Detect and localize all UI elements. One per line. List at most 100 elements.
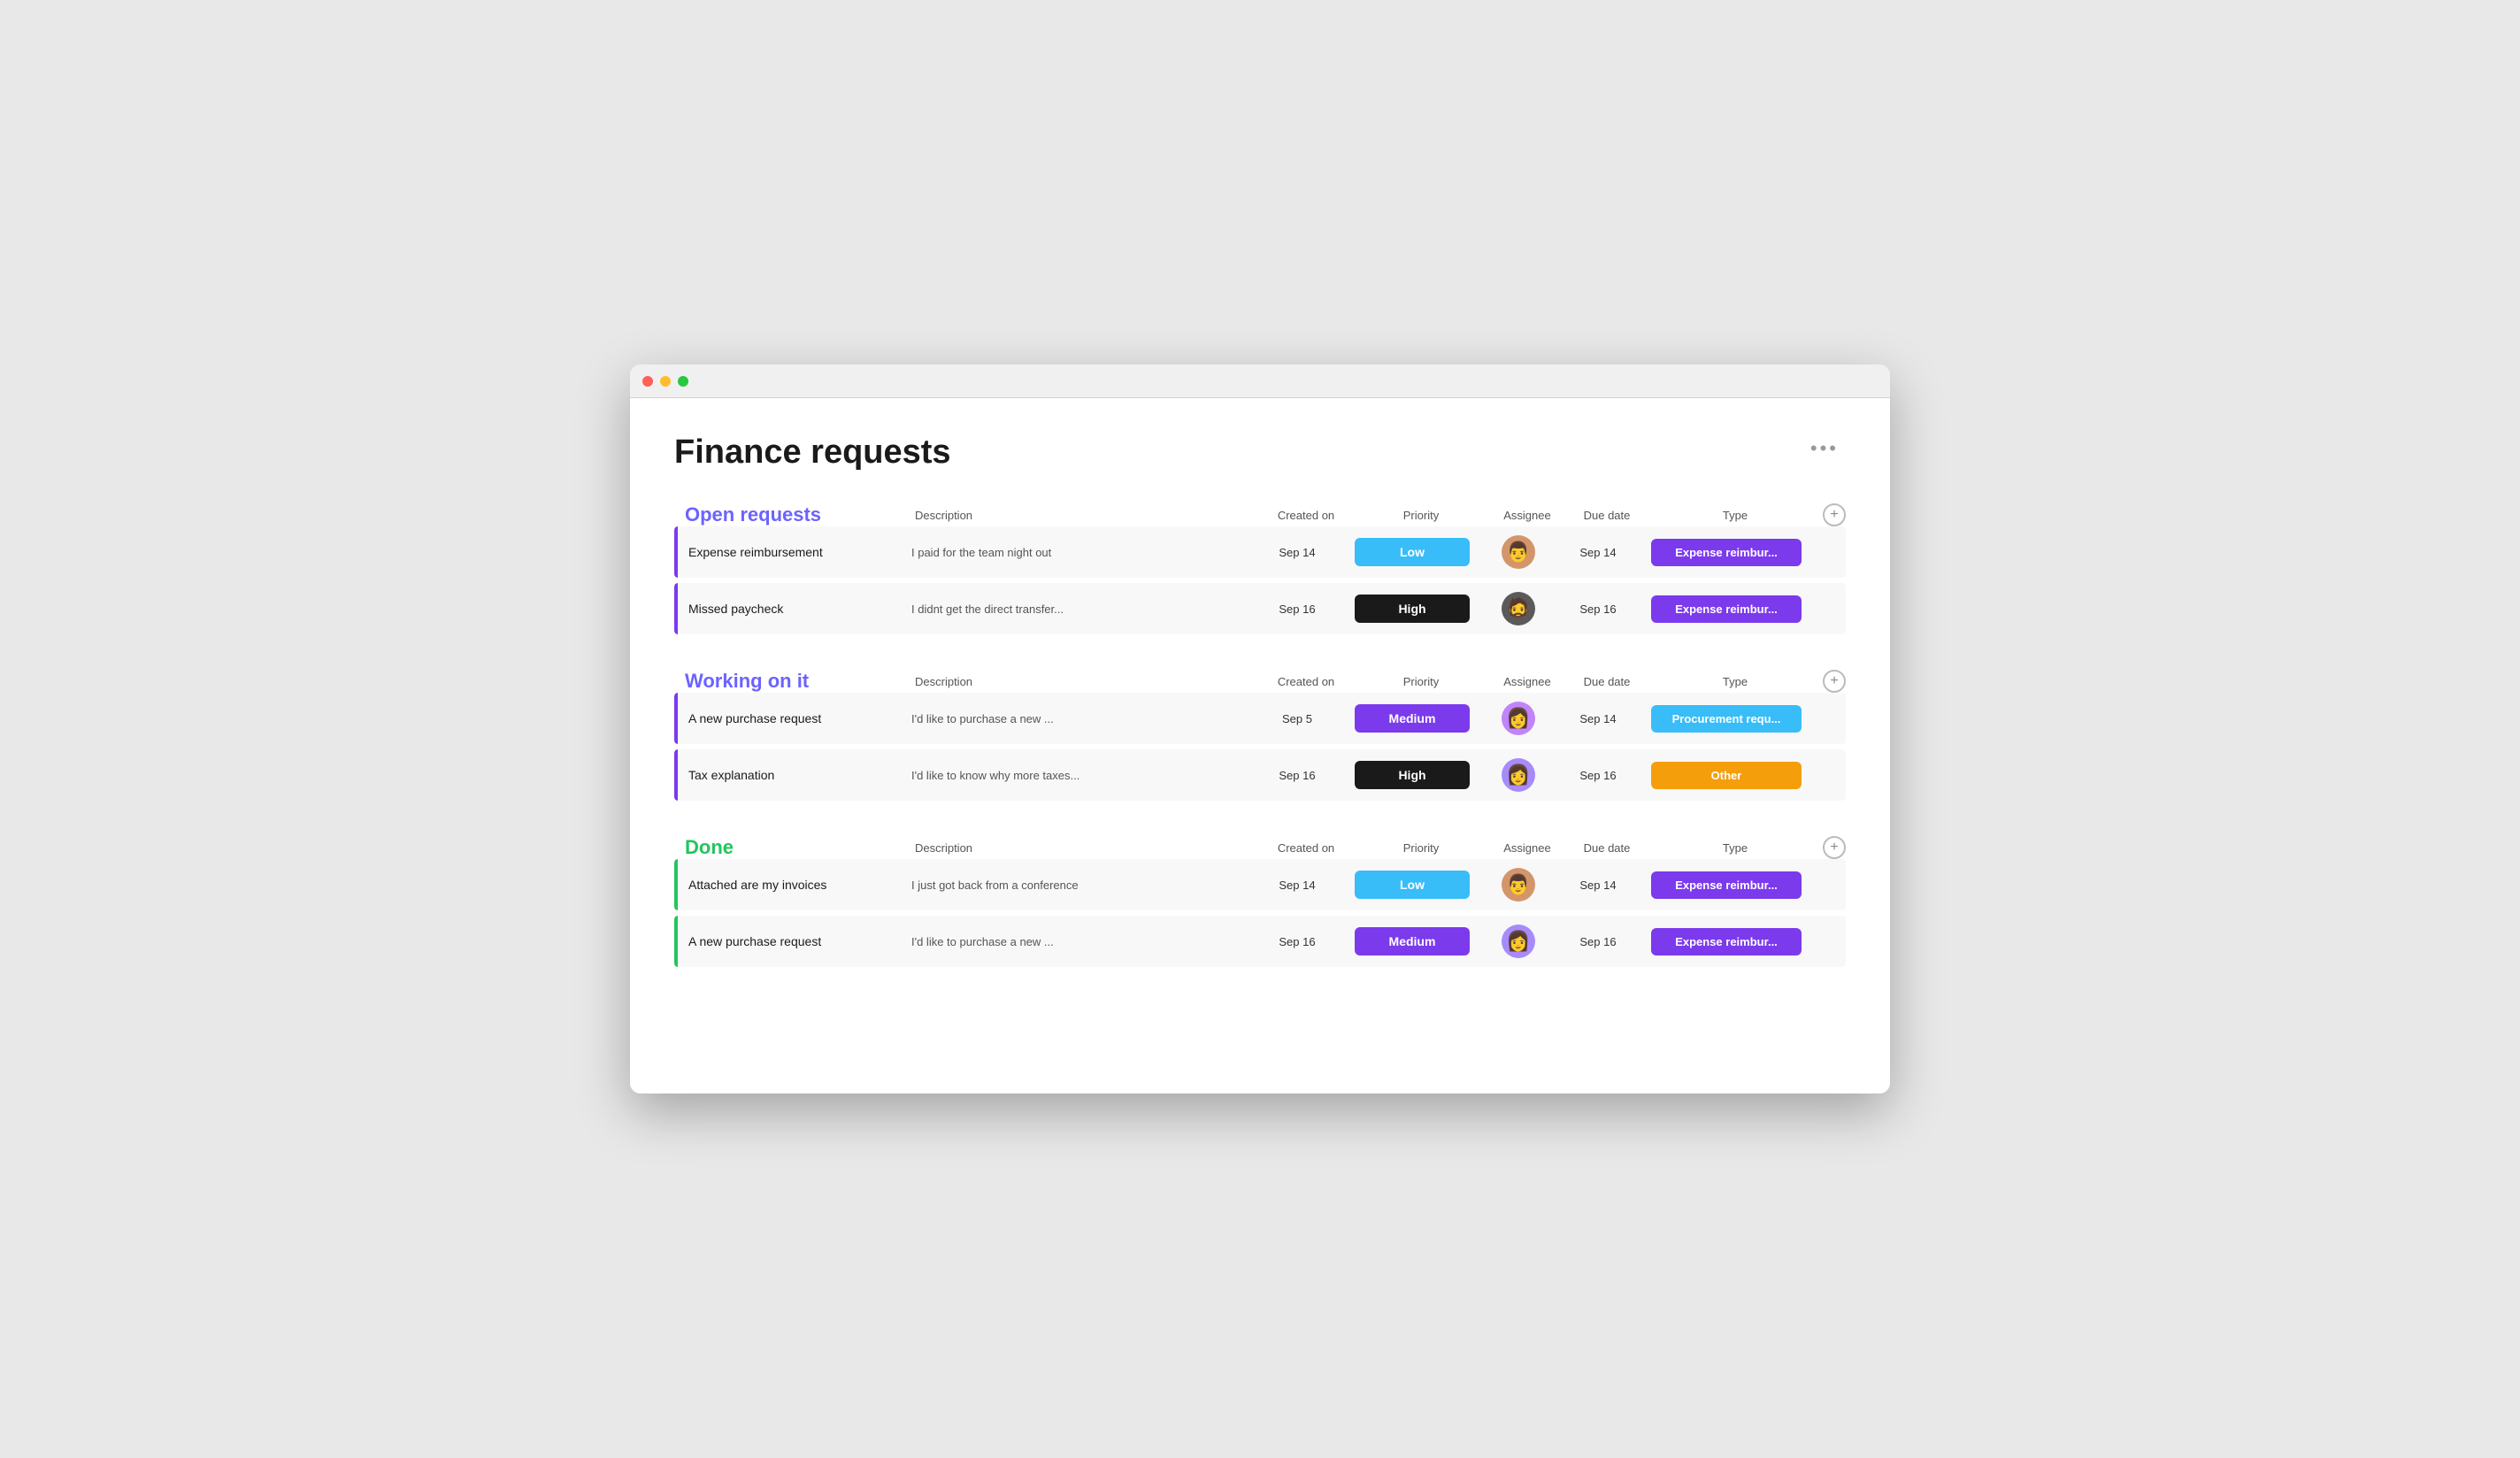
close-button[interactable]: [642, 376, 653, 387]
avatar-emoji: 👩: [1506, 707, 1530, 730]
assignee-cell: 👨: [1483, 868, 1554, 902]
add-row-button[interactable]: +: [1823, 836, 1846, 859]
row-name-cell: A new purchase request: [674, 693, 904, 744]
table-row[interactable]: Tax explanation I'd like to know why mor…: [674, 749, 1846, 801]
col-type: Type: [1651, 841, 1819, 855]
add-row-button[interactable]: +: [1823, 670, 1846, 693]
more-options-button[interactable]: •••: [1803, 434, 1846, 464]
col-description: Description: [915, 509, 1262, 522]
title-bar: [630, 364, 1890, 398]
row-name: Attached are my invoices: [678, 859, 837, 910]
row-name-cell: Tax explanation: [674, 749, 904, 801]
row-name-cell: Missed paycheck: [674, 583, 904, 634]
type-cell: Other: [1642, 762, 1810, 789]
row-due-date: Sep 14: [1554, 546, 1642, 559]
row-due-date: Sep 14: [1554, 712, 1642, 725]
col-description: Description: [915, 841, 1262, 855]
row-name-cell: Attached are my invoices: [674, 859, 904, 910]
col-type: Type: [1651, 675, 1819, 688]
assignee-cell: 🧔: [1483, 592, 1554, 625]
table-row[interactable]: A new purchase request I'd like to purch…: [674, 916, 1846, 967]
section-working: Working on it Description Created on Pri…: [674, 670, 1846, 801]
avatar-emoji: 👨: [1506, 873, 1530, 896]
page-header: Finance requests •••: [674, 434, 1846, 472]
type-badge: Expense reimbur...: [1651, 871, 1802, 899]
col-assignee: Assignee: [1492, 509, 1563, 522]
section-title-open: Open requests: [685, 503, 915, 526]
table-row[interactable]: A new purchase request I'd like to purch…: [674, 693, 1846, 744]
row-description: I paid for the team night out: [904, 546, 1253, 559]
row-due-date: Sep 16: [1554, 769, 1642, 782]
table-row[interactable]: Attached are my invoices I just got back…: [674, 859, 1846, 910]
type-cell: Expense reimbur...: [1642, 928, 1810, 955]
col-created-on: Created on: [1262, 841, 1350, 855]
priority-cell: Medium: [1341, 927, 1483, 955]
row-created-on: Sep 16: [1253, 602, 1341, 616]
avatar: 👨: [1502, 535, 1535, 569]
type-badge: Expense reimbur...: [1651, 539, 1802, 566]
row-description: I didnt get the direct transfer...: [904, 602, 1253, 616]
priority-badge: Low: [1355, 871, 1470, 899]
avatar: 🧔: [1502, 592, 1535, 625]
row-name: Missed paycheck: [678, 583, 794, 634]
row-name: A new purchase request: [678, 693, 832, 744]
avatar-emoji: 👨: [1506, 541, 1530, 564]
type-cell: Expense reimbur...: [1642, 871, 1810, 899]
avatar: 👩: [1502, 925, 1535, 958]
col-priority: Priority: [1350, 675, 1492, 688]
row-due-date: Sep 16: [1554, 602, 1642, 616]
table-row[interactable]: Expense reimbursement I paid for the tea…: [674, 526, 1846, 578]
col-assignee: Assignee: [1492, 841, 1563, 855]
row-name: Tax explanation: [678, 749, 785, 801]
col-due-date: Due date: [1563, 675, 1651, 688]
section-done: Done Description Created on Priority Ass…: [674, 836, 1846, 967]
type-cell: Procurement requ...: [1642, 705, 1810, 733]
type-cell: Expense reimbur...: [1642, 539, 1810, 566]
priority-badge: Medium: [1355, 704, 1470, 733]
row-name: A new purchase request: [678, 916, 832, 967]
type-cell: Expense reimbur...: [1642, 595, 1810, 623]
col-assignee: Assignee: [1492, 675, 1563, 688]
section-title-working: Working on it: [685, 670, 915, 693]
priority-badge: High: [1355, 595, 1470, 623]
row-due-date: Sep 14: [1554, 879, 1642, 892]
priority-badge: High: [1355, 761, 1470, 789]
section-open: Open requests Description Created on Pri…: [674, 503, 1846, 634]
row-description: I'd like to purchase a new ...: [904, 712, 1253, 725]
type-badge: Other: [1651, 762, 1802, 789]
col-created-on: Created on: [1262, 675, 1350, 688]
section-header-done: Done Description Created on Priority Ass…: [674, 836, 1846, 859]
maximize-button[interactable]: [678, 376, 688, 387]
row-name: Expense reimbursement: [678, 526, 834, 578]
add-row-button[interactable]: +: [1823, 503, 1846, 526]
priority-cell: High: [1341, 761, 1483, 789]
priority-badge: Low: [1355, 538, 1470, 566]
minimize-button[interactable]: [660, 376, 671, 387]
section-header-working: Working on it Description Created on Pri…: [674, 670, 1846, 693]
avatar: 👨: [1502, 868, 1535, 902]
row-created-on: Sep 14: [1253, 546, 1341, 559]
row-description: I'd like to purchase a new ...: [904, 935, 1253, 948]
main-content: Finance requests ••• Open requests Descr…: [630, 398, 1890, 1094]
row-created-on: Sep 16: [1253, 769, 1341, 782]
assignee-cell: 👨: [1483, 535, 1554, 569]
row-description: I just got back from a conference: [904, 879, 1253, 892]
section-title-done: Done: [685, 836, 915, 859]
page-title: Finance requests: [674, 434, 951, 472]
type-badge: Expense reimbur...: [1651, 928, 1802, 955]
col-due-date: Due date: [1563, 841, 1651, 855]
assignee-cell: 👩: [1483, 758, 1554, 792]
avatar-emoji: 🧔: [1506, 597, 1530, 620]
assignee-cell: 👩: [1483, 925, 1554, 958]
priority-cell: Medium: [1341, 704, 1483, 733]
col-description: Description: [915, 675, 1262, 688]
col-priority: Priority: [1350, 509, 1492, 522]
row-name-cell: Expense reimbursement: [674, 526, 904, 578]
priority-cell: High: [1341, 595, 1483, 623]
table-row[interactable]: Missed paycheck I didnt get the direct t…: [674, 583, 1846, 634]
col-created-on: Created on: [1262, 509, 1350, 522]
row-due-date: Sep 16: [1554, 935, 1642, 948]
row-name-cell: A new purchase request: [674, 916, 904, 967]
priority-cell: Low: [1341, 538, 1483, 566]
section-header-open: Open requests Description Created on Pri…: [674, 503, 1846, 526]
